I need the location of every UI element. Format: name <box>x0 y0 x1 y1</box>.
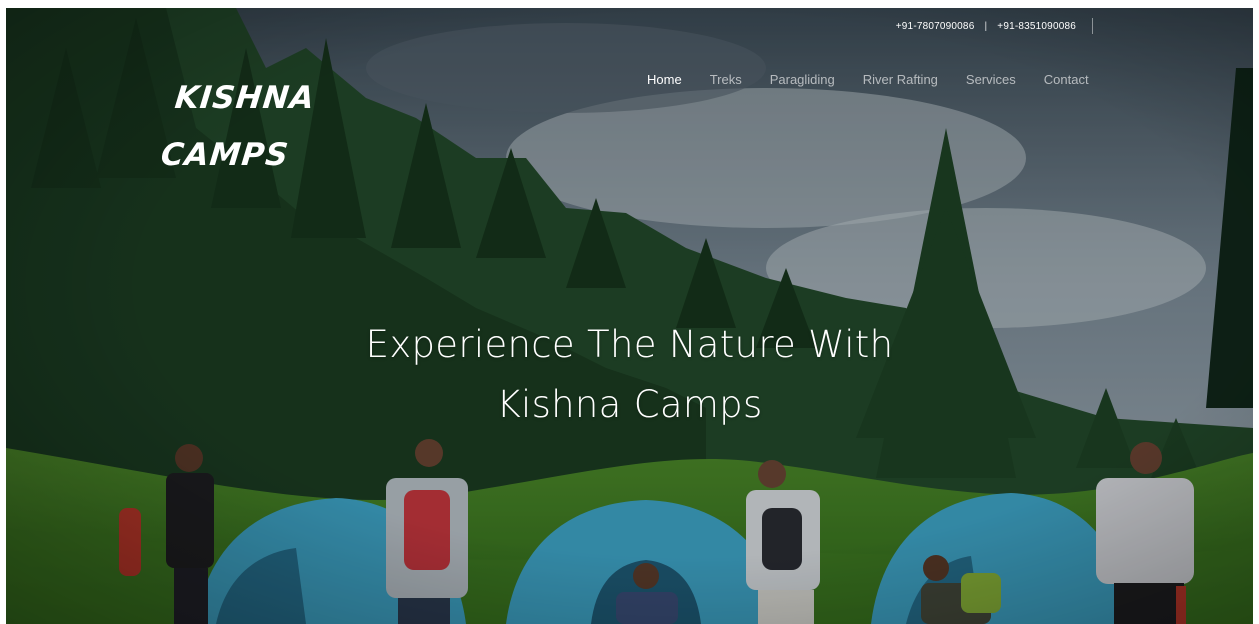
site-logo[interactable]: KISHNA CAMPS <box>158 70 317 184</box>
hero-headline-line-2: Kishna Camps <box>496 383 763 426</box>
logo-line-2: CAMPS <box>159 137 291 173</box>
phone-separator: | <box>984 20 988 32</box>
hero-headline: Experience The Nature With Kishna Camps <box>6 315 1253 435</box>
hero-headline-line-1: Experience The Nature With <box>365 323 894 366</box>
contact-topbar: +91-7807090086 | +91-8351090086 <box>896 18 1093 34</box>
nav-item-services[interactable]: Services <box>952 72 1030 88</box>
nav-item-contact[interactable]: Contact <box>1030 72 1103 88</box>
nav-item-home[interactable]: Home <box>633 72 696 88</box>
nav-item-river-rafting[interactable]: River Rafting <box>849 72 952 88</box>
phone-link-2[interactable]: +91-8351090086 <box>997 21 1076 32</box>
nav-item-treks[interactable]: Treks <box>696 72 756 88</box>
nav-item-paragliding[interactable]: Paragliding <box>756 72 849 88</box>
hero-section: +91-7807090086 | +91-8351090086 KISHNA C… <box>6 8 1253 624</box>
logo-line-1: KISHNA <box>173 80 317 116</box>
main-nav: Home Treks Paragliding River Rafting Ser… <box>633 72 1103 88</box>
topbar-divider <box>1092 18 1093 34</box>
phone-link-1[interactable]: +91-7807090086 <box>896 21 975 32</box>
